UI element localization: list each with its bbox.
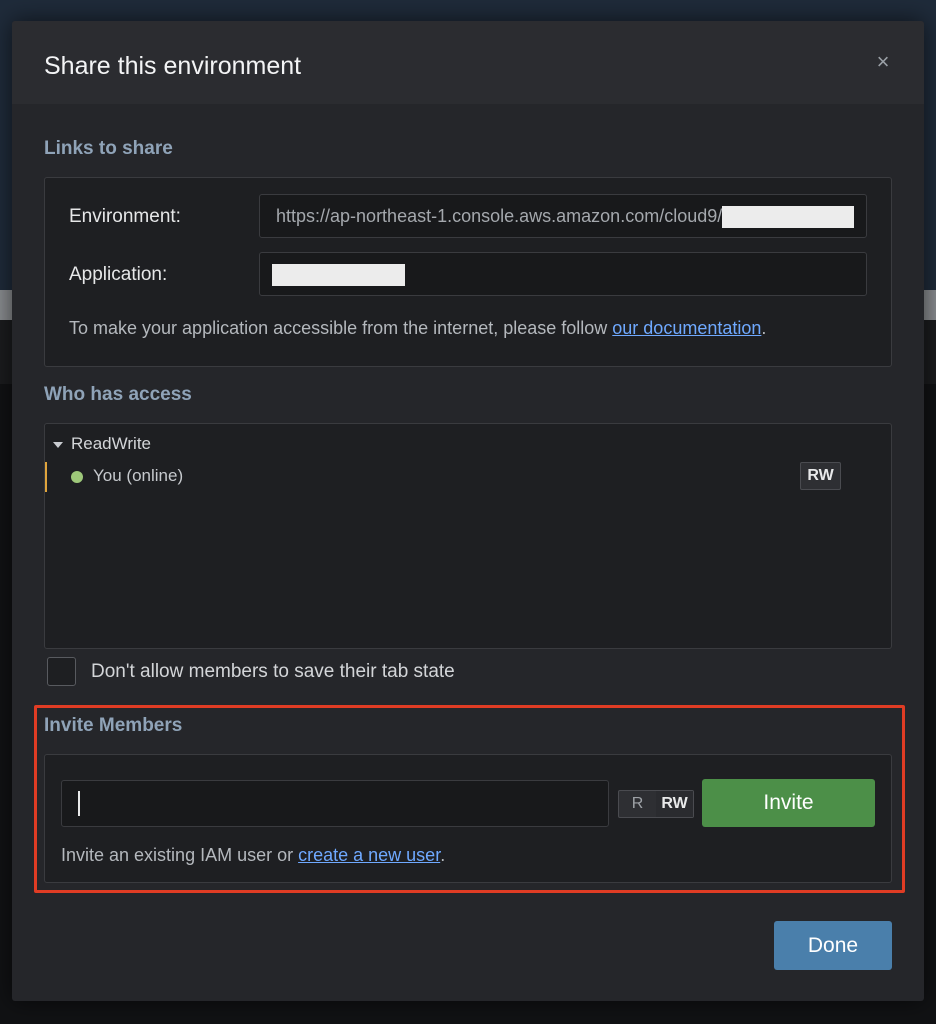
- invite-panel: R RW Invite Invite an existing IAM user …: [44, 754, 892, 883]
- invite-button[interactable]: Invite: [702, 779, 875, 827]
- member-name: You (online): [93, 466, 184, 485]
- online-status-icon: [71, 471, 83, 483]
- tab-state-label: Don't allow members to save their tab st…: [91, 661, 455, 682]
- environment-url-text: https://ap-northeast-1.console.aws.amazo…: [276, 206, 723, 226]
- create-user-link[interactable]: create a new user: [298, 845, 440, 865]
- invite-help-prefix: Invite an existing IAM user or: [61, 845, 299, 865]
- documentation-link[interactable]: our documentation: [612, 318, 761, 338]
- links-panel: Environment: https://ap-northeast-1.cons…: [44, 177, 892, 367]
- group-label: ReadWrite: [71, 434, 151, 453]
- environment-url-field[interactable]: https://ap-northeast-1.console.aws.amazo…: [259, 194, 867, 238]
- close-icon[interactable]: ×: [870, 49, 896, 75]
- tree-group-readwrite[interactable]: ReadWrite: [53, 434, 151, 454]
- links-section-title: Links to share: [44, 138, 173, 159]
- access-panel: ReadWrite You (online) RW: [44, 423, 892, 649]
- application-label: Application:: [69, 264, 168, 285]
- links-help-text: To make your application accessible from…: [69, 318, 766, 339]
- member-row[interactable]: You (online) RW: [45, 462, 891, 492]
- done-button[interactable]: Done: [774, 921, 892, 970]
- permission-toggle[interactable]: R RW: [618, 790, 694, 818]
- links-help-suffix: .: [761, 318, 767, 338]
- invite-help-suffix: .: [440, 845, 446, 865]
- permission-readwrite-option[interactable]: RW: [656, 791, 693, 817]
- invite-help-text: Invite an existing IAM user or create a …: [61, 845, 445, 866]
- invite-user-input[interactable]: [61, 780, 609, 827]
- redacted-block: [722, 206, 855, 229]
- modal-title: Share this environment: [44, 52, 302, 80]
- access-section-title: Who has access: [44, 384, 192, 405]
- tab-state-checkbox[interactable]: [47, 657, 76, 686]
- text-cursor: [78, 791, 80, 816]
- caret-down-icon[interactable]: [53, 441, 63, 448]
- redacted-block: [272, 264, 405, 287]
- application-url-field[interactable]: [259, 252, 867, 296]
- environment-label: Environment:: [69, 206, 181, 227]
- links-help-prefix: To make your application accessible from…: [69, 318, 613, 338]
- share-modal: Share this environment × Links to share …: [12, 21, 924, 1001]
- permission-read-option[interactable]: R: [619, 791, 656, 817]
- modal-header: Share this environment ×: [12, 21, 924, 104]
- member-permission-badge[interactable]: RW: [800, 462, 841, 490]
- invite-section-title: Invite Members: [44, 715, 183, 736]
